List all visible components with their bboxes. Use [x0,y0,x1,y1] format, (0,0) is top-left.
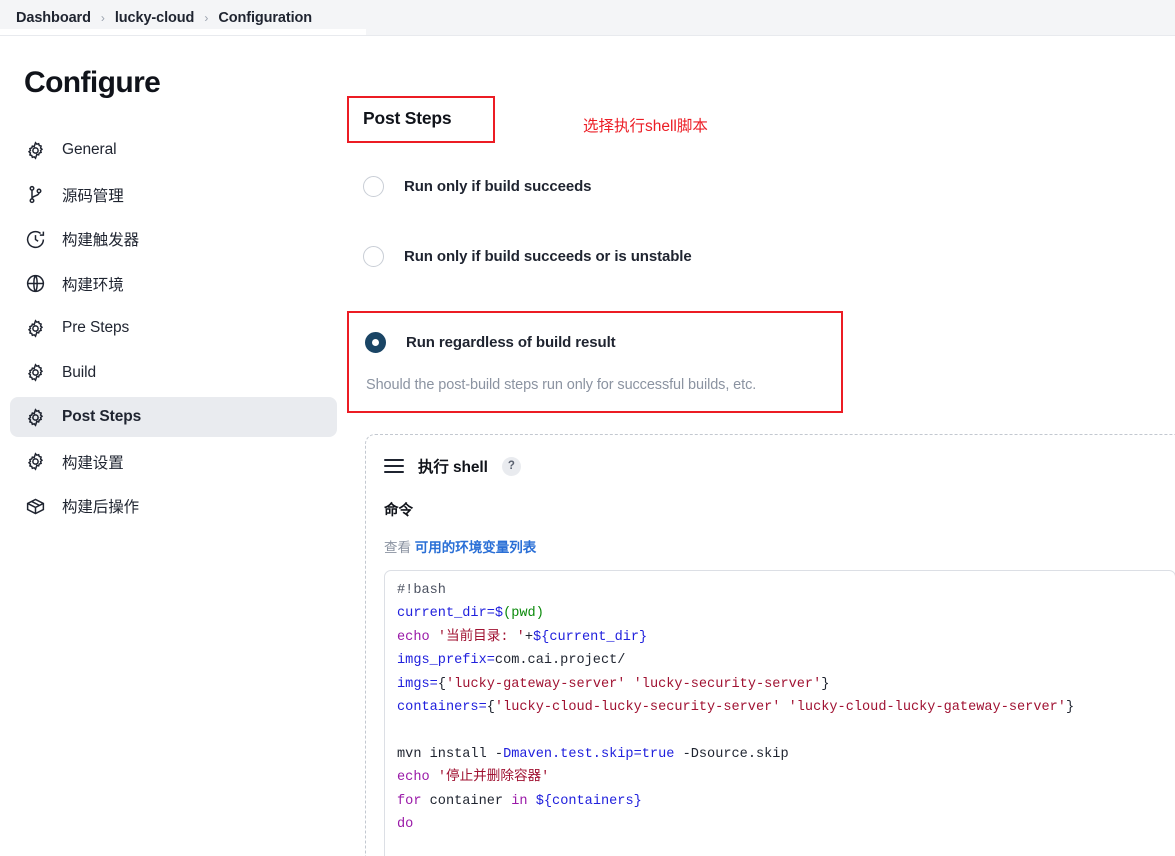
breadcrumb-bar: Dashboard › lucky-cloud › Configuration [0,0,1175,36]
globe-icon [24,273,46,295]
sidebar-item-pre-steps[interactable]: Pre Steps [10,308,337,348]
sidebar-item-label: General [62,141,117,158]
radio-indicator[interactable] [363,245,384,267]
breadcrumb-item-project[interactable]: lucky-cloud [107,10,202,26]
gear-icon [24,451,46,473]
package-icon [24,495,46,517]
chevron-right-icon: › [100,11,105,25]
drag-handle-icon[interactable] [384,459,404,473]
shell-command-textarea[interactable]: #!bash current_dir=$(pwd) echo '当前目录: '+… [384,570,1175,856]
branch-icon [24,184,46,206]
radio-indicator[interactable] [363,175,384,197]
sidebar-item-label: Post Steps [62,408,142,425]
radio-run-if-succeeds-or-unstable[interactable]: Run only if build succeeds or is unstabl… [347,241,1175,271]
radio-run-regardless[interactable]: Run regardless of build result [349,327,841,357]
sidebar-item-build-settings[interactable]: 构建设置 [10,442,337,482]
sidebar-item-build-triggers[interactable]: 构建触发器 [10,219,337,259]
gear-icon [24,362,46,384]
radio-group-hint: Should the post-build steps run only for… [366,377,757,393]
execute-shell-step-panel: 执行 shell ? 命令 查看 可用的环境变量列表 #!bash curren… [365,434,1175,856]
radio-run-if-succeeds[interactable]: Run only if build succeeds [347,171,1175,201]
sidebar-nav: General 源码管理 构建触发器 构建环境 Pre Steps Build … [0,130,347,526]
env-variables-link[interactable]: 可用的环境变量列表 [415,540,537,555]
page-title: Configure [24,66,161,99]
main-content: Post Steps 选择执行shell脚本 Run only if build… [347,36,1175,856]
selected-option-highlight: Run regardless of build result Should th… [347,311,843,413]
post-steps-title-highlight: Post Steps [347,96,495,143]
sidebar-item-label: 构建设置 [62,454,124,472]
gear-icon [24,139,46,161]
sidebar-item-label: 构建触发器 [62,232,140,249]
sidebar-item-build-environment[interactable]: 构建环境 [10,264,337,304]
sidebar-item-label: 构建后操作 [62,499,140,516]
command-field-label: 命令 [384,503,413,519]
clock-icon [24,228,46,250]
configure-sidebar: Configure General 源码管理 构建触发器 构建环境 Pre St… [0,36,347,856]
breadcrumb-item-dashboard[interactable]: Dashboard [8,10,99,26]
radio-label: Run only if build succeeds or is unstabl… [404,247,692,265]
section-header-row: Post Steps 选择执行shell脚本 [347,96,1175,143]
build-result-radio-group: Run only if build succeeds Run only if b… [347,171,1175,413]
sidebar-item-label: Pre Steps [62,319,130,336]
radio-label: Run only if build succeeds [404,177,592,195]
shell-step-title: 执行 shell [418,459,488,476]
shell-panel-header: 执行 shell ? [384,455,1175,477]
breadcrumb-item-configuration[interactable]: Configuration [210,10,320,26]
env-variables-line: 查看 可用的环境变量列表 [384,536,1175,556]
sidebar-item-general[interactable]: General [10,130,337,170]
sidebar-item-post-steps[interactable]: Post Steps [10,397,337,437]
sidebar-item-post-build-actions[interactable]: 构建后操作 [10,486,337,526]
section-title: Post Steps [363,108,452,128]
chevron-right-icon: › [204,11,209,25]
shell-script-content: #!bash current_dir=$(pwd) echo '当前目录: '+… [397,583,1075,833]
sidebar-item-source-control[interactable]: 源码管理 [10,175,337,215]
red-annotation-note: 选择执行shell脚本 [583,118,708,135]
sidebar-item-label: Build [62,363,96,381]
gear-icon [24,406,46,428]
page-body: Configure General 源码管理 构建触发器 构建环境 Pre St… [0,36,1175,856]
sidebar-item-build[interactable]: Build [10,353,337,393]
env-prefix-text: 查看 [384,540,411,555]
radio-label: Run regardless of build result [406,333,616,351]
sidebar-item-label: 源码管理 [62,187,124,205]
radio-indicator-selected[interactable] [365,331,386,353]
content-tab-notch [0,29,366,36]
help-icon[interactable]: ? [501,456,521,476]
gear-icon [24,317,46,339]
sidebar-item-label: 构建环境 [62,276,124,294]
